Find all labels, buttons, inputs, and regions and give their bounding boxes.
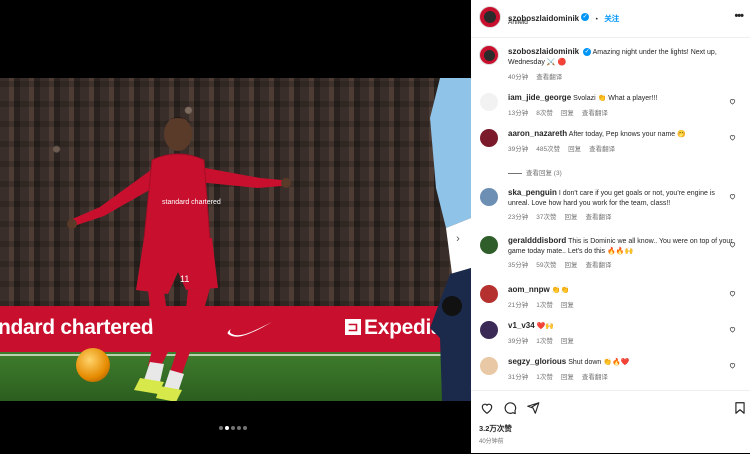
caption-emoji: ⚔️ 🔴 <box>546 58 567 66</box>
commenter-avatar[interactable] <box>480 321 498 339</box>
post-location[interactable]: Anfield <box>508 19 528 26</box>
like-count[interactable]: 3.2万次赞 <box>479 423 512 434</box>
verified-badge-icon: ✓ <box>581 12 590 21</box>
post-header: szoboszlaidominik ✓ • 关注 Anfield ••• <box>471 0 750 38</box>
comment-likes[interactable]: 1次赞 <box>536 338 553 345</box>
reply-button[interactable]: 回复 <box>568 146 581 153</box>
comment-time[interactable]: 13分钟 <box>508 110 528 117</box>
post-actions <box>471 390 750 454</box>
chevron-right-icon: › <box>456 233 460 245</box>
see-translation-link[interactable]: 查看翻译 <box>589 146 615 153</box>
heart-icon[interactable] <box>729 362 736 369</box>
post-media: ndard chartered Expedia ⊐ standard chart… <box>0 0 471 453</box>
comment-likes[interactable]: 1次赞 <box>536 374 553 381</box>
heart-icon[interactable] <box>729 193 736 200</box>
commenter-username[interactable]: aaron_nazareth <box>508 129 567 138</box>
see-translation-link[interactable]: 查看翻译 <box>582 374 608 381</box>
football <box>76 348 110 382</box>
caption-username[interactable]: szoboszlaidominik <box>508 47 579 56</box>
heart-icon[interactable] <box>729 98 736 105</box>
comment-emoji: ❤️🙌 <box>536 323 555 330</box>
comment-meta: 13分钟 8次赞 回复 查看翻译 <box>508 107 616 117</box>
comment-likes[interactable]: 8次赞 <box>536 110 553 117</box>
carousel-dot-active[interactable] <box>225 426 229 430</box>
carousel-dot[interactable] <box>237 426 241 430</box>
commenter-username[interactable]: v1_v34 <box>508 321 535 330</box>
commenter-avatar[interactable] <box>480 188 498 206</box>
comment-icon[interactable] <box>503 401 517 415</box>
heart-icon[interactable] <box>729 241 736 248</box>
expedia-logo-icon: ⊐ <box>345 319 361 335</box>
comment-emoji: 🤭 <box>677 131 686 138</box>
commenter-username[interactable]: aom_nnpw <box>508 285 550 294</box>
comment-time[interactable]: 35分钟 <box>508 262 528 269</box>
commenter-avatar[interactable] <box>480 129 498 147</box>
see-translation-link[interactable]: 查看翻译 <box>585 262 611 269</box>
commenter-avatar[interactable] <box>480 285 498 303</box>
bookmark-icon[interactable] <box>733 401 747 415</box>
post-side-panel: szoboszlaidominik ✓ • 关注 Anfield ••• szob… <box>471 0 750 453</box>
follow-button[interactable]: 关注 <box>604 14 619 23</box>
caption-avatar[interactable] <box>479 45 499 65</box>
shirt-number: 11 <box>180 274 189 284</box>
commenter-username[interactable]: iam_jide_george <box>508 93 571 102</box>
comment-likes[interactable]: 37次赞 <box>536 214 556 221</box>
see-translation-link[interactable]: 查看翻译 <box>585 214 611 221</box>
share-icon[interactable] <box>526 401 540 415</box>
reply-button[interactable]: 回复 <box>561 338 574 345</box>
see-translation-link[interactable]: 查看翻译 <box>536 74 562 81</box>
commenter-avatar[interactable] <box>480 357 498 375</box>
commenter-avatar[interactable] <box>480 93 498 111</box>
commenter-username[interactable]: segzy_glorious <box>508 357 566 366</box>
caption-time: 40分钟 <box>508 74 529 81</box>
comment-meta: 35分钟 59次赞 回复 查看翻译 <box>508 259 619 269</box>
comment-time[interactable]: 23分钟 <box>508 214 528 221</box>
comment-likes[interactable]: 59次赞 <box>536 262 556 269</box>
carousel-dots <box>219 417 249 435</box>
heart-icon[interactable] <box>729 134 736 141</box>
more-icon[interactable]: ••• <box>734 10 744 22</box>
comment-text: Svolazi <box>573 95 596 102</box>
comment-meta: 23分钟 37次赞 回复 查看翻译 <box>508 211 619 221</box>
comment-meta: 39分钟 485次赞 回复 查看翻译 <box>508 143 623 153</box>
post-time[interactable]: 40分钟前 <box>479 436 504 445</box>
kit-sponsor-text: standard chartered <box>162 199 221 206</box>
reply-button[interactable]: 回复 <box>564 214 577 221</box>
next-slide-button[interactable]: › <box>451 232 465 246</box>
comment-meta: 39分钟 1次赞 回复 <box>508 335 590 345</box>
comment-meta: 31分钟 1次赞 回复 查看翻译 <box>508 371 616 381</box>
comment-emoji: 👏🔥❤️ <box>603 359 630 366</box>
view-replies-link[interactable]: 查看回复 (3) <box>508 167 562 177</box>
comment-emoji: 👏👏 <box>551 287 570 294</box>
carousel-dot[interactable] <box>219 426 223 430</box>
reply-button[interactable]: 回复 <box>561 374 574 381</box>
verified-badge-icon: ✓ <box>583 48 592 57</box>
comment-likes[interactable]: 485次赞 <box>536 146 560 153</box>
commenter-avatar[interactable] <box>480 236 498 254</box>
reply-button[interactable]: 回复 <box>561 302 574 309</box>
comment-emoji: 🔥🔥🙌 <box>607 247 634 255</box>
comment-text: After today, Pep knows your name <box>568 131 676 138</box>
commenter-username[interactable]: ska_penguin <box>508 188 557 197</box>
comment-emoji: 👏 What a player!!! <box>597 95 658 102</box>
heart-icon[interactable] <box>480 401 494 415</box>
heart-icon[interactable] <box>729 290 736 297</box>
post-photo[interactable]: ndard chartered Expedia ⊐ standard chart… <box>0 78 471 401</box>
commenter-username[interactable]: geraldddisbord <box>508 236 566 245</box>
comment-time[interactable]: 39分钟 <box>508 338 528 345</box>
comment-time[interactable]: 21分钟 <box>508 302 528 309</box>
comment-text: Shut down <box>568 359 602 366</box>
comment-likes[interactable]: 1次赞 <box>536 302 553 309</box>
carousel-dot[interactable] <box>231 426 235 430</box>
reply-button[interactable]: 回复 <box>564 262 577 269</box>
carousel-dot[interactable] <box>243 426 247 430</box>
see-translation-link[interactable]: 查看翻译 <box>582 110 608 117</box>
reply-button[interactable]: 回复 <box>561 110 574 117</box>
heart-icon[interactable] <box>729 326 736 333</box>
author-avatar[interactable] <box>479 6 501 28</box>
comment-meta: 21分钟 1次赞 回复 <box>508 299 590 309</box>
comment-time[interactable]: 31分钟 <box>508 374 528 381</box>
comment-time[interactable]: 39分钟 <box>508 146 528 153</box>
